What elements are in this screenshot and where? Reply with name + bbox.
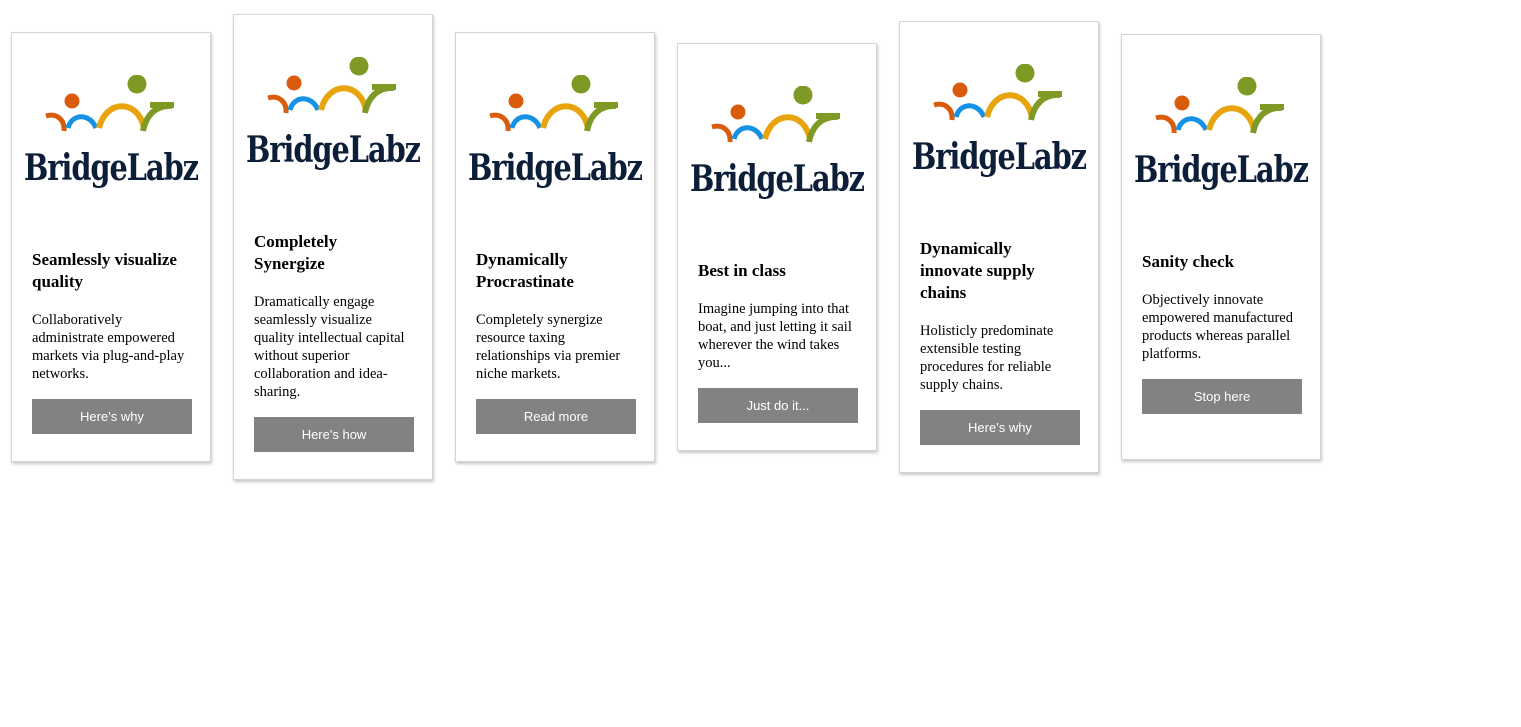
card-description: Imagine jumping into that boat, and just… [698, 301, 852, 371]
heres-why-button[interactable]: Here's why [920, 410, 1080, 445]
just-do-it-button[interactable]: Just do it... [698, 388, 858, 423]
card-title: Completely Synergize [254, 232, 338, 273]
read-more-button[interactable]: Read more [476, 399, 636, 434]
heres-how-button[interactable]: Here's how [254, 417, 414, 452]
cards-row: BridgeLabz Seamlessly visualize quality … [0, 0, 1521, 727]
card-title: Sanity check [1142, 252, 1235, 271]
svg-text:BridgeLabz: BridgeLabz [912, 136, 1087, 178]
card-title: Best in class [698, 261, 786, 280]
card-2: BridgeLabz Completely Synergize Dramatic… [233, 14, 433, 480]
svg-text:BridgeLabz: BridgeLabz [1134, 149, 1309, 191]
card-title: Dynamically innovate supply chains [920, 239, 1035, 302]
card-title: Seamlessly visualize quality [32, 250, 177, 291]
card-description: Objectively innovate empowered manufactu… [1142, 292, 1293, 362]
card-5: BridgeLabz Dynamically innovate supply c… [899, 21, 1099, 473]
bridgelabz-logo: BridgeLabz [912, 64, 1088, 178]
bridgelabz-logo: BridgeLabz [690, 86, 866, 200]
svg-text:BridgeLabz: BridgeLabz [690, 158, 865, 200]
stop-here-button[interactable]: Stop here [1142, 379, 1302, 414]
card-title: Dynamically Procrastinate [476, 250, 574, 291]
bridgelabz-logo: BridgeLabz [246, 57, 422, 171]
card-description: Holisticly predominate extensible testin… [920, 323, 1054, 393]
bridgelabz-logo: BridgeLabz [1134, 77, 1310, 191]
card-4: BridgeLabz Best in class Imagine jumping… [677, 43, 877, 451]
svg-text:BridgeLabz: BridgeLabz [246, 129, 421, 171]
card-1: BridgeLabz Seamlessly visualize quality … [11, 32, 211, 462]
heres-why-button[interactable]: Here's why [32, 399, 192, 434]
svg-text:BridgeLabz: BridgeLabz [468, 147, 643, 189]
card-description: Dramatically engage seamlessly visualize… [254, 294, 405, 400]
card-description: Completely synergize resource taxing rel… [476, 312, 621, 382]
card-description: Collaboratively administrate empowered m… [32, 312, 185, 382]
card-6: BridgeLabz Sanity check Objectively inno… [1121, 34, 1321, 460]
card-3: BridgeLabz Dynamically Procrastinate Com… [455, 32, 655, 462]
bridgelabz-logo: BridgeLabz [24, 75, 200, 189]
svg-text:BridgeLabz: BridgeLabz [24, 147, 199, 189]
bridgelabz-logo: BridgeLabz [468, 75, 644, 189]
